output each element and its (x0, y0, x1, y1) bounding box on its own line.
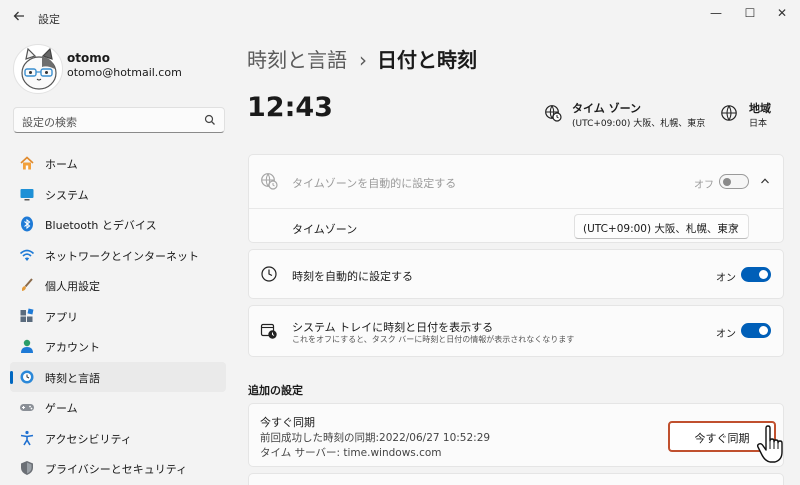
current-time: 12:43 (247, 92, 333, 123)
timezone-select-value: (UTC+09:00) 大阪、札幌、東京 (583, 223, 739, 235)
auto-timezone-state: オフ (694, 180, 714, 191)
system-tray-description: これをオフにすると、タスク バーに時刻と日付の情報が表示されなくなります (292, 335, 575, 344)
back-button[interactable] (10, 9, 28, 27)
chevron-down-icon (731, 225, 739, 230)
sidebar-item-personalization[interactable]: 個人用設定 (10, 270, 226, 301)
time-server: タイム サーバー: time.windows.com (260, 447, 442, 459)
accessibility-icon (20, 430, 34, 445)
apps-icon (20, 308, 34, 322)
sidebar-item-network[interactable]: ネットワークとインターネット (10, 240, 226, 271)
brush-icon (21, 278, 33, 291)
chevron-up-icon[interactable] (760, 176, 770, 186)
shield-icon (21, 461, 33, 475)
globe-clock-icon (261, 173, 278, 190)
sidebar-item-apps[interactable]: アプリ (10, 301, 226, 332)
auto-timezone-toggle[interactable] (719, 174, 749, 189)
auto-time-label: 時刻を自動的に設定する (292, 270, 413, 283)
region-summary-title: 地域 (749, 102, 771, 115)
user-email: otomo@hotmail.com (67, 66, 182, 79)
system-tray-toggle[interactable] (741, 323, 771, 338)
sync-title: 今すぐ同期 (260, 416, 315, 429)
sidebar-item-privacy[interactable]: プライバシーとセキュリティ (10, 453, 226, 484)
auto-time-state: オン (716, 273, 736, 284)
calendar-clock-icon (260, 323, 277, 339)
breadcrumb-separator: › (359, 48, 367, 72)
app-title: 設定 (38, 13, 60, 26)
sidebar-item-home[interactable]: ホーム (10, 148, 226, 179)
sidebar-item-label: ホーム (45, 158, 78, 171)
search-input[interactable]: 設定の検索 (13, 107, 225, 133)
sidebar-nav: ホーム システム Bluetooth とデバイス ネットワークとインターネット … (10, 148, 226, 484)
search-icon (204, 114, 215, 125)
sidebar-item-label: プライバシーとセキュリティ (45, 463, 188, 476)
home-icon (20, 156, 34, 170)
sidebar-item-gaming[interactable]: ゲーム (10, 392, 226, 423)
next-setting-card (248, 473, 784, 485)
sidebar-item-label: 個人用設定 (45, 280, 100, 293)
hand-pointer-icon (756, 425, 783, 463)
sidebar-item-label: ネットワークとインターネット (45, 249, 199, 263)
sidebar-item-time-language[interactable]: 時刻と言語 (10, 361, 226, 392)
timezone-select[interactable]: (UTC+09:00) 大阪、札幌、東京 (574, 214, 749, 239)
auto-time-toggle[interactable] (741, 267, 771, 282)
sidebar-item-system[interactable]: システム (10, 179, 226, 210)
sidebar-item-bluetooth[interactable]: Bluetooth とデバイス (10, 209, 226, 240)
sidebar-item-label: アカウント (45, 341, 100, 354)
clock-icon (261, 266, 277, 282)
timezone-summary-title: タイム ゾーン (572, 102, 642, 115)
system-tray-state: オン (716, 329, 736, 340)
globe-clock-icon (20, 370, 34, 383)
sidebar-item-label: 時刻と言語 (45, 371, 100, 385)
title-bar: 設定 — ☐ ✕ (0, 0, 800, 36)
auto-timezone-label: タイムゾーンを自動的に設定する (292, 177, 457, 190)
globe-clock-icon (545, 105, 562, 122)
wifi-icon (19, 249, 35, 261)
timezone-label: タイムゾーン (292, 223, 358, 236)
sidebar-item-label: システム (45, 188, 89, 202)
avatar[interactable] (13, 44, 63, 94)
section-title: 追加の設定 (248, 384, 303, 397)
user-name: otomo (67, 51, 110, 65)
card-divider (249, 208, 783, 209)
timezone-summary-value: (UTC+09:00) 大阪、札幌、東京 (572, 119, 706, 129)
arrow-left-icon (13, 11, 24, 21)
monitor-icon (20, 188, 34, 200)
region-summary-value: 日本 (749, 119, 768, 129)
globe-icon (721, 105, 737, 121)
breadcrumb: 時刻と言語 › 日付と時刻 (247, 44, 477, 73)
close-button[interactable]: ✕ (762, 2, 800, 24)
sidebar-item-label: Bluetooth とデバイス (45, 219, 157, 232)
bluetooth-icon (21, 216, 33, 232)
sidebar-item-label: アクセシビリティ (45, 432, 132, 446)
last-sync-time: 前回成功した時刻の同期:2022/06/27 10:52:29 (260, 432, 491, 444)
sidebar-item-accessibility[interactable]: アクセシビリティ (10, 423, 226, 454)
sidebar-item-label: アプリ (45, 310, 78, 324)
breadcrumb-parent[interactable]: 時刻と言語 (247, 48, 347, 72)
gamepad-icon (20, 404, 34, 411)
cat-avatar-icon (21, 47, 57, 90)
system-tray-label: システム トレイに時刻と日付を表示する (292, 321, 494, 334)
sidebar-item-accounts[interactable]: アカウント (10, 331, 226, 362)
person-icon (21, 339, 33, 353)
sidebar-item-label: ゲーム (45, 402, 78, 415)
search-placeholder: 設定の検索 (22, 116, 77, 129)
page-title: 日付と時刻 (377, 48, 477, 72)
